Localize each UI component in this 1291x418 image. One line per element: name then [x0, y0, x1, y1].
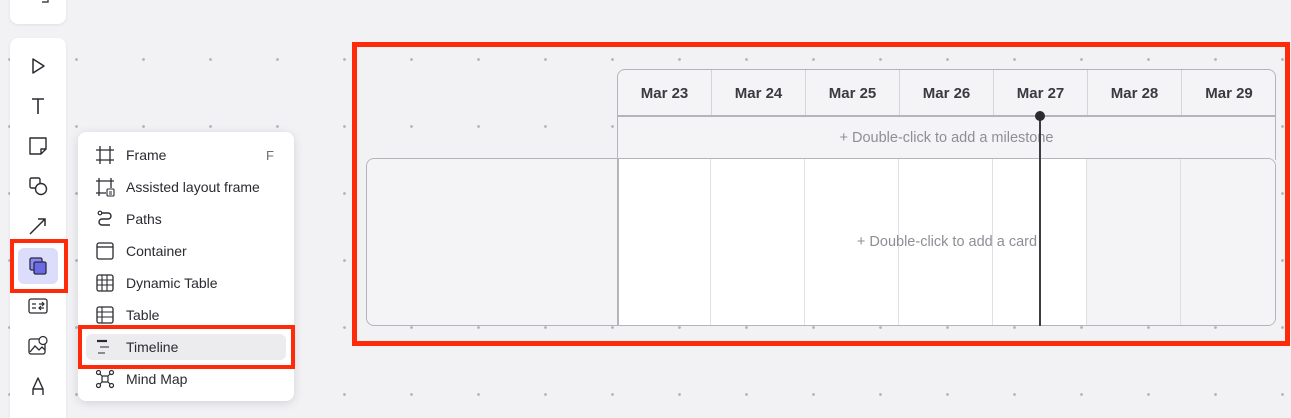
paths-icon [97, 210, 112, 226]
shapes-tool[interactable] [18, 168, 58, 204]
sticky-note-icon [29, 137, 47, 155]
shortcut-key: F [266, 147, 274, 163]
menu-item-label: Paths [126, 211, 162, 227]
text-icon [32, 98, 44, 114]
menu-item-container[interactable]: Container [86, 238, 286, 264]
frame-icon [96, 146, 114, 164]
menu-item-dynamic-table[interactable]: Dynamic Table [86, 270, 286, 296]
left-toolbar [10, 38, 66, 418]
pen-icon [32, 377, 44, 395]
smart-diagram-tool[interactable] [18, 288, 58, 324]
dynamic-table-icon [96, 274, 114, 292]
menu-item-label: Assisted layout frame [126, 179, 260, 195]
frames-tool-highlight [10, 239, 68, 293]
smart-diagram-icon [28, 298, 48, 314]
pointer-icon [32, 58, 45, 74]
menu-item-label: Frame [126, 147, 167, 163]
sticky-note-tool[interactable] [18, 128, 58, 164]
pointer-tool[interactable] [18, 48, 58, 84]
assisted-layout-frame-icon [96, 178, 115, 197]
menu-item-label: Mind Map [126, 371, 188, 387]
image-icon [28, 335, 48, 355]
menu-item-assisted-layout-frame[interactable]: Assisted layout frame [86, 174, 286, 200]
menu-item-frame[interactable]: Frame F [86, 142, 286, 168]
text-tool[interactable] [18, 88, 58, 124]
menu-item-label: Table [126, 307, 160, 323]
menu-item-label: Container [126, 243, 187, 259]
menu-item-mind-map[interactable]: Mind Map [86, 366, 286, 392]
shapes-icon [29, 177, 48, 196]
image-tool[interactable] [18, 328, 58, 364]
collapsed-panel-stub[interactable] [10, 0, 66, 24]
pen-tool[interactable] [18, 368, 58, 404]
connector-line-icon [29, 218, 46, 235]
table-icon [96, 306, 114, 324]
timeline-item-highlight [78, 325, 295, 369]
menu-item-label: Dynamic Table [126, 275, 218, 291]
panel-corner-icon [42, 0, 49, 3]
container-icon [96, 242, 114, 260]
menu-item-paths[interactable]: Paths [86, 206, 286, 232]
timeline-highlight [352, 42, 1290, 346]
mind-map-icon [95, 369, 115, 389]
